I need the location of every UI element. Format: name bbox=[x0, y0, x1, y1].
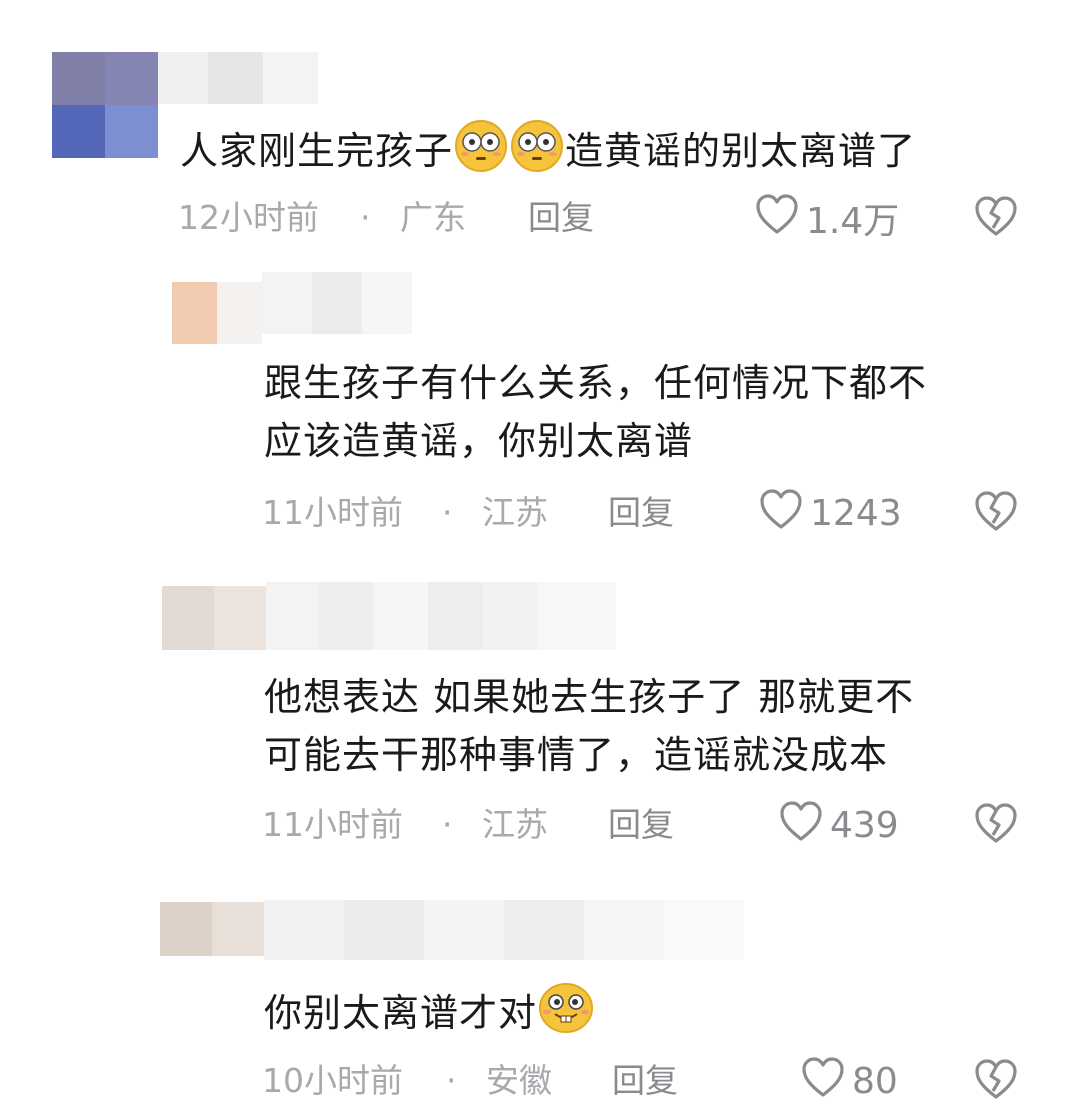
broken-heart-icon bbox=[972, 801, 1020, 849]
meta-separator: · bbox=[360, 198, 371, 237]
like-button[interactable]: 1243 bbox=[758, 488, 902, 538]
comment-3: 他想表达 如果她去生孩子了 那就更不 可能去干那种事情了，造谣就没成本 11小时… bbox=[0, 560, 1076, 880]
pixelated-avatar[interactable] bbox=[162, 586, 266, 650]
pixelated-avatar[interactable] bbox=[172, 282, 262, 344]
pixelated-avatar[interactable] bbox=[52, 52, 158, 158]
timestamp: 11小时前 bbox=[262, 805, 403, 844]
comment-meta: 12小时前 · 广东 回复 bbox=[178, 193, 1058, 243]
reply-button[interactable]: 回复 bbox=[608, 488, 674, 538]
dislike-button[interactable] bbox=[972, 800, 1020, 850]
reply-button[interactable]: 回复 bbox=[612, 1056, 678, 1106]
dislike-button[interactable] bbox=[972, 488, 1020, 538]
pixelated-avatar[interactable] bbox=[160, 902, 264, 956]
location: 江苏 bbox=[482, 805, 548, 844]
broken-heart-icon bbox=[972, 1057, 1020, 1105]
comment-1: 人家刚生完孩子 造黄谣的别太离谱了 12小时前 · 广东 回复 1.4万 bbox=[0, 0, 1076, 260]
pixelated-username[interactable] bbox=[266, 582, 616, 650]
buck-tooth-emoji-icon bbox=[537, 980, 595, 1052]
comment-text-line-1: 跟生孩子有什么关系，任何情况下都不 bbox=[264, 361, 928, 405]
dislike-button[interactable] bbox=[972, 193, 1020, 243]
dislike-button[interactable] bbox=[972, 1056, 1020, 1106]
heart-outline-icon bbox=[758, 488, 804, 539]
timestamp: 11小时前 bbox=[262, 493, 403, 532]
comment-text-body: 你别太离谱才对 bbox=[264, 991, 538, 1035]
timestamp: 10小时前 bbox=[262, 1061, 403, 1100]
pixelated-username[interactable] bbox=[262, 272, 412, 334]
like-count: 80 bbox=[852, 1060, 898, 1102]
like-count: 439 bbox=[830, 804, 899, 846]
comment-4: 你别太离谱才对 10小时前 · 安徽 回复 80 bbox=[0, 880, 1076, 1116]
meta-separator: · bbox=[442, 805, 453, 844]
reply-button[interactable]: 回复 bbox=[608, 800, 674, 850]
heart-outline-icon bbox=[754, 193, 800, 244]
comment-text-line-1: 他想表达 如果她去生孩子了 那就更不 bbox=[264, 675, 915, 719]
meta-separator: · bbox=[442, 493, 453, 532]
reply-button[interactable]: 回复 bbox=[528, 193, 594, 243]
broken-heart-icon bbox=[972, 489, 1020, 537]
broken-heart-icon bbox=[972, 194, 1020, 242]
comment-2: 跟生孩子有什么关系，任何情况下都不 应该造黄谣，你别太离谱 11小时前 · 江苏… bbox=[0, 260, 1076, 560]
location: 安徽 bbox=[486, 1061, 552, 1100]
comment-text: 人家刚生完孩子 造黄谣的别太离谱了 bbox=[180, 118, 916, 190]
like-count: 1.4万 bbox=[806, 201, 900, 242]
location: 江苏 bbox=[482, 493, 548, 532]
pixelated-username[interactable] bbox=[264, 900, 744, 960]
meta-separator: · bbox=[446, 1061, 457, 1100]
comment-text-line-2: 可能去干那种事情了，造谣就没成本 bbox=[264, 733, 889, 777]
comment-text-before: 人家刚生完孩子 bbox=[180, 129, 454, 173]
like-button[interactable]: 80 bbox=[800, 1056, 898, 1106]
heart-outline-icon bbox=[800, 1056, 846, 1107]
like-count: 1243 bbox=[810, 492, 902, 534]
location: 广东 bbox=[400, 198, 466, 237]
timestamp: 12小时前 bbox=[178, 198, 319, 237]
comment-text-after: 造黄谣的别太离谱了 bbox=[565, 129, 917, 173]
flushed-emoji-icon bbox=[509, 118, 565, 190]
heart-outline-icon bbox=[778, 800, 824, 851]
flushed-emoji-icon bbox=[453, 118, 509, 190]
like-button[interactable]: 439 bbox=[778, 800, 899, 850]
comment-text: 你别太离谱才对 bbox=[264, 980, 595, 1052]
comment-text-line-2: 应该造黄谣，你别太离谱 bbox=[264, 419, 694, 463]
pixelated-username[interactable] bbox=[158, 52, 318, 104]
like-button[interactable]: 1.4万 bbox=[754, 193, 899, 243]
